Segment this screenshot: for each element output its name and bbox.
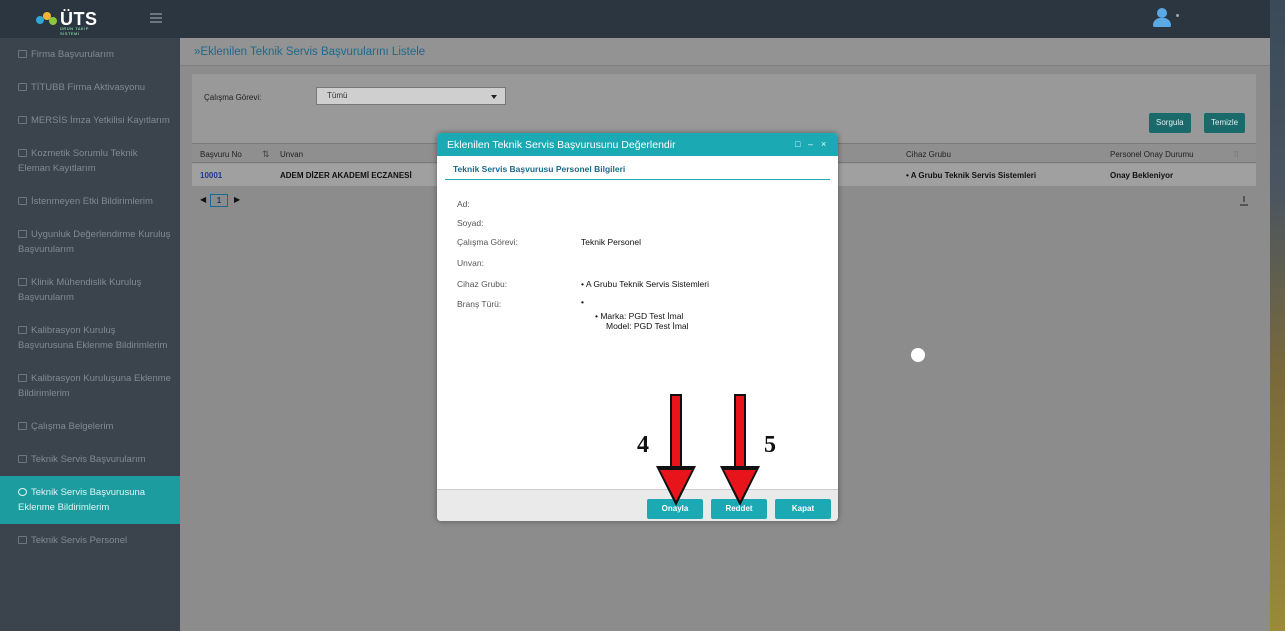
- sidebar-item-label: TİTUBB Firma Aktivasyonu: [31, 82, 146, 93]
- field-value-model: Model: PGD Test İmal: [606, 321, 689, 331]
- column-resize-icon[interactable]: ⁞⁞: [1234, 150, 1238, 159]
- modal-header: Eklenilen Teknik Servis Başvurusunu Değe…: [437, 133, 838, 156]
- modal-subtitle: Teknik Servis Başvurusu Personel Bilgile…: [445, 164, 830, 180]
- sorgula-button[interactable]: Sorgula: [1149, 113, 1191, 133]
- sidebar: Firma Başvurularım TİTUBB Firma Aktivasy…: [0, 38, 180, 631]
- field-label-ad: Ad:: [457, 199, 470, 209]
- filter-label: Çalışma Görevi:: [204, 93, 262, 102]
- column-header-cihaz-grubu[interactable]: Cihaz Grubu: [906, 150, 951, 159]
- sidebar-item-teknik-servis-eklenme[interactable]: Teknik Servis Başvurusuna Eklenme Bildir…: [0, 476, 180, 524]
- cell-personel-onay: Onay Bekleniyor: [1110, 171, 1174, 180]
- sidebar-item-label: Teknik Servis Personel: [31, 535, 128, 546]
- tag-icon: [18, 326, 27, 334]
- field-label-soyad: Soyad:: [457, 218, 484, 228]
- field-label-cihaz: Cihaz Grubu:: [457, 279, 508, 289]
- check-icon: [18, 374, 27, 382]
- logo-subtext: ÜRÜN TAKİP SİSTEMİ: [60, 26, 89, 36]
- sidebar-item-titubb[interactable]: TİTUBB Firma Aktivasyonu: [0, 71, 180, 104]
- sidebar-item-kalibrasyon-kurulus[interactable]: Kalibrasyon Kuruluşuna Eklenme Bildiriml…: [0, 362, 180, 410]
- field-label-unvan: Unvan:: [457, 258, 484, 268]
- sidebar-item-teknik-servis-personel[interactable]: Teknik Servis Personel: [0, 524, 180, 557]
- field-value-marka: • Marka: PGD Test İmal: [595, 311, 684, 321]
- prev-page-icon[interactable]: ◀: [200, 195, 206, 204]
- chevron-down-icon: [491, 95, 497, 99]
- user-avatar-icon[interactable]: [1152, 8, 1172, 30]
- kapat-button[interactable]: Kapat: [775, 499, 831, 519]
- sidebar-item-label: Uygunluk Değerlendirme Kuruluş Başvurula…: [18, 229, 171, 255]
- sidebar-item-label: İstenmeyen Etki Bildirimlerim: [31, 196, 153, 207]
- sidebar-item-label: Klinik Mühendislik Kuruluş Başvurularım: [18, 277, 142, 303]
- field-label-brans: Branş Türü:: [457, 299, 502, 309]
- next-page-icon[interactable]: ▶: [234, 195, 240, 204]
- folder-icon: [18, 83, 27, 91]
- tag-icon: [18, 488, 27, 496]
- sort-icon[interactable]: ⇅: [262, 149, 270, 160]
- field-value-gorev: Teknik Personel: [581, 237, 642, 247]
- annotation-arrow-5-icon: [720, 394, 760, 506]
- modal-title: Eklenilen Teknik Servis Başvurusunu Değe…: [447, 139, 676, 151]
- chart-icon: [18, 422, 27, 430]
- sidebar-item-istenmeyen-etki[interactable]: İstenmeyen Etki Bildirimlerim: [0, 185, 180, 218]
- calisma-gorevi-select[interactable]: Tümü: [316, 87, 506, 105]
- sidebar-item-label: Teknik Servis Başvurusuna Eklenme Bildir…: [18, 487, 146, 513]
- app-logo[interactable]: ÜTS ÜRÜN TAKİP SİSTEMİ: [36, 6, 98, 36]
- hamburger-menu-icon[interactable]: [150, 13, 162, 23]
- sidebar-item-label: MERSİS İmza Yetkilisi Kayıtlarım: [31, 115, 170, 126]
- annotation-number-4: 4: [637, 432, 649, 458]
- sidebar-item-label: Kalibrasyon Kuruluş Başvurusuna Eklenme …: [18, 325, 168, 351]
- sidebar-item-kalibrasyon-basvuru[interactable]: Kalibrasyon Kuruluş Başvurusuna Eklenme …: [0, 314, 180, 362]
- evaluate-modal: Eklenilen Teknik Servis Başvurusunu Değe…: [437, 133, 838, 521]
- sidebar-item-firma-basvurularim[interactable]: Firma Başvurularım: [0, 38, 180, 71]
- field-value-brans: •: [581, 297, 584, 307]
- folder-icon: [18, 50, 27, 58]
- select-value: Tümü: [327, 91, 348, 100]
- sidebar-item-label: Kozmetik Sorumlu Teknik Eleman Kayıtları…: [18, 148, 138, 174]
- sidebar-item-mersis[interactable]: MERSİS İmza Yetkilisi Kayıtlarım: [0, 104, 180, 137]
- background-strip: [1270, 0, 1285, 631]
- page-title: »Eklenilen Teknik Servis Başvurularını L…: [180, 38, 1270, 66]
- sidebar-item-kozmetik[interactable]: Kozmetik Sorumlu Teknik Eleman Kayıtları…: [0, 137, 180, 185]
- download-icon[interactable]: [1240, 196, 1248, 206]
- edit-icon: [18, 230, 27, 238]
- field-value-cihaz: • A Grubu Teknik Servis Sistemleri: [581, 279, 710, 289]
- annotation-number-5: 5: [764, 432, 776, 458]
- modal-footer: Onayla Reddet Kapat: [437, 489, 838, 521]
- user-menu-caret-icon[interactable]: [1176, 14, 1179, 17]
- sidebar-item-uygunluk[interactable]: Uygunluk Değerlendirme Kuruluş Başvurula…: [0, 218, 180, 266]
- message-icon: [18, 197, 27, 205]
- annotation-arrow-4-icon: [656, 394, 696, 506]
- cell-cihaz-grubu: • A Grubu Teknik Servis Sistemleri: [906, 171, 1037, 180]
- folder-icon: [18, 149, 27, 157]
- maximize-icon[interactable]: □: [795, 140, 803, 149]
- sidebar-item-label: Kalibrasyon Kuruluşuna Eklenme Bildiriml…: [18, 373, 171, 399]
- column-header-unvan[interactable]: Unvan: [280, 150, 303, 159]
- sidebar-item-teknik-servis[interactable]: Teknik Servis Başvurularım: [0, 443, 180, 476]
- chart-icon: [18, 278, 27, 286]
- sidebar-item-label: Teknik Servis Başvurularım: [31, 454, 146, 465]
- page-number[interactable]: 1: [210, 194, 228, 207]
- cell-unvan: ADEM DİZER AKADEMİ ECZANESİ: [280, 171, 412, 180]
- edit-icon: [18, 455, 27, 463]
- column-header-basvuru-no[interactable]: Başvuru No: [200, 150, 242, 159]
- sidebar-item-label: Firma Başvurularım: [31, 49, 114, 60]
- close-icon[interactable]: ×: [821, 140, 829, 149]
- sidebar-item-klinik[interactable]: Klinik Mühendislik Kuruluş Başvurularım: [0, 266, 180, 314]
- field-label-gorev: Çalışma Görevi:: [457, 237, 518, 247]
- temizle-button[interactable]: Temizle: [1204, 113, 1246, 133]
- minimize-icon[interactable]: –: [808, 140, 816, 149]
- cursor-dot: [911, 348, 925, 362]
- cell-basvuru-no[interactable]: 10001: [200, 171, 222, 180]
- folder-icon: [18, 116, 27, 124]
- column-header-personel-onay[interactable]: Personel Onay Durumu: [1110, 150, 1194, 159]
- sidebar-item-calisma-belgelerim[interactable]: Çalışma Belgelerim: [0, 410, 180, 443]
- top-bar: ÜTS ÜRÜN TAKİP SİSTEMİ: [0, 0, 1270, 38]
- edit-icon: [18, 536, 27, 544]
- logo-mark-icon: [36, 10, 58, 28]
- sidebar-item-label: Çalışma Belgelerim: [31, 421, 114, 432]
